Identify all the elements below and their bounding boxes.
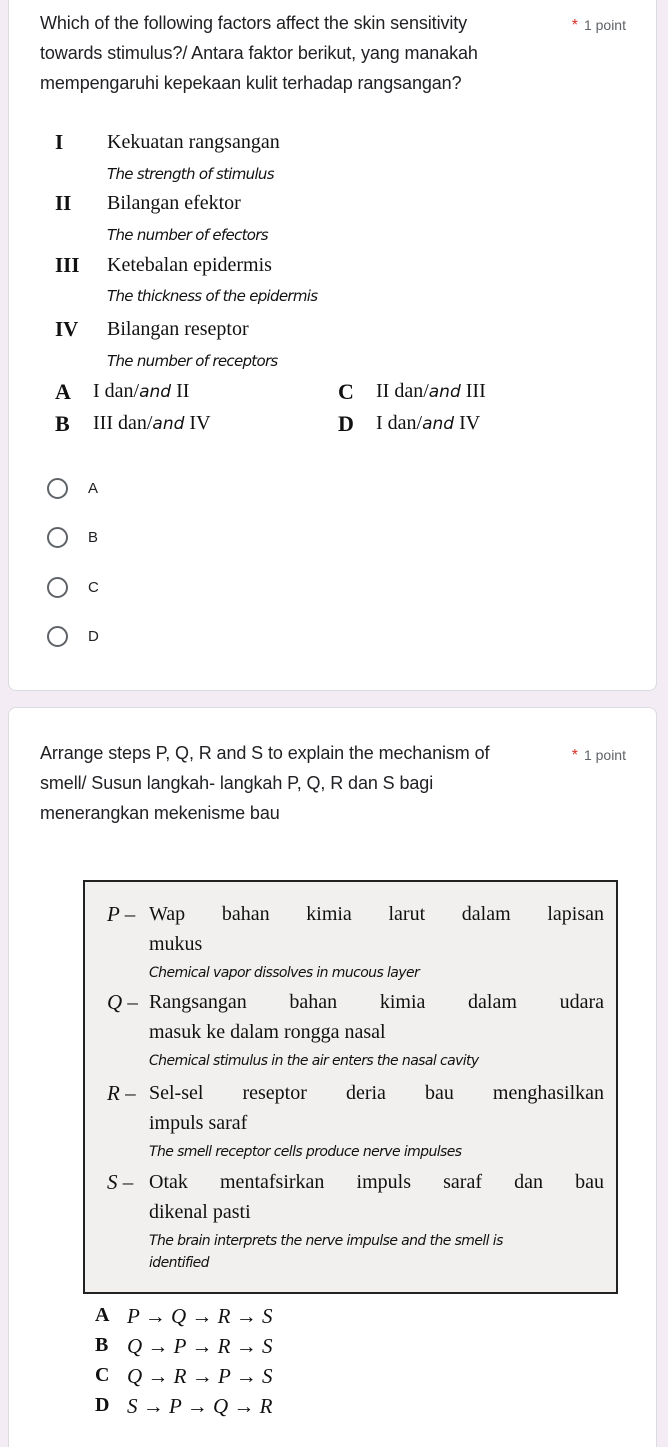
points-indicator: * 1 point xyxy=(572,17,626,35)
option-text: II dan/and III xyxy=(376,380,486,403)
radio-button[interactable] xyxy=(47,576,68,598)
step-malay-line: Rangsangan bahan kimia dalam udara xyxy=(149,991,604,1013)
points-label: 1 point xyxy=(583,747,626,763)
option-text-malay: I dan/ xyxy=(93,380,140,402)
option-sequence: P → Q → R → S xyxy=(127,1304,273,1328)
option-text-and: and xyxy=(152,414,185,434)
option-text-malay: III dan/ xyxy=(93,412,153,434)
option-letter: B xyxy=(95,1334,109,1356)
step-english: identified xyxy=(149,1255,210,1271)
choice-label: A xyxy=(88,479,99,497)
question-card-1: Which of the following factors affect th… xyxy=(8,0,657,691)
option-text-end: IV xyxy=(184,412,211,434)
question-image: I Kekuatan rangsangan The strength of st… xyxy=(55,130,575,440)
option-letter: D xyxy=(338,411,354,436)
choice-b[interactable]: B xyxy=(47,522,98,552)
steps-box: P – Wap bahan kimia larut dalam lapisan … xyxy=(83,880,618,1294)
points-label: 1 point xyxy=(583,17,626,33)
question-title-line: smell/ Susun langkah- langkah P, Q, R da… xyxy=(40,773,434,793)
question-title-line: Which of the following factors affect th… xyxy=(40,13,468,33)
step-english: The smell receptor cells produce nerve i… xyxy=(149,1144,462,1160)
option-letter: A xyxy=(55,379,71,404)
option-letter: D xyxy=(95,1394,110,1416)
step-key: S – xyxy=(107,1170,134,1194)
statement-english: The thickness of the epidermis xyxy=(107,287,318,305)
step-malay-line: mukus xyxy=(149,933,203,955)
option-text-malay: I dan/ xyxy=(376,412,423,434)
statement-english: The number of efectors xyxy=(107,226,269,244)
statement-numeral: II xyxy=(55,191,72,215)
choice-label: B xyxy=(88,528,99,546)
step-english: Chemical stimulus in the air enters the … xyxy=(149,1053,479,1069)
question-title-line: Arrange steps P, Q, R and S to explain t… xyxy=(40,743,490,763)
choice-c[interactable]: C xyxy=(47,572,99,602)
statement-malay: Kekuatan rangsangan xyxy=(107,131,280,153)
question-title: Arrange steps P, Q, R and S to explain t… xyxy=(40,738,540,828)
option-letter: A xyxy=(95,1304,110,1326)
statement-english: The strength of stimulus xyxy=(107,165,275,183)
option-text-end: II xyxy=(171,380,190,402)
option-sequence: Q → R → P → S xyxy=(127,1364,273,1388)
option-sequence: Q → P → R → S xyxy=(127,1334,273,1358)
choice-label: D xyxy=(88,627,99,645)
option-text-malay: II dan/ xyxy=(376,380,429,402)
statement-numeral: IV xyxy=(55,317,79,341)
radio-button[interactable] xyxy=(47,477,68,499)
step-key: P – xyxy=(107,902,136,926)
step-key: R – xyxy=(107,1081,136,1105)
statement-english: The number of receptors xyxy=(107,352,278,370)
step-malay-line: Sel-sel reseptor deria bau menghasilkan xyxy=(149,1082,604,1104)
step-malay-line: impuls saraf xyxy=(149,1112,248,1134)
option-text-and: and xyxy=(422,414,455,434)
option-text: III dan/and IV xyxy=(93,412,211,435)
points-indicator: * 1 point xyxy=(572,747,626,765)
statement-numeral: I xyxy=(55,130,64,154)
statement-malay: Ketebalan epidermis xyxy=(107,254,272,276)
question-title-line: menerangkan mekenisme bau xyxy=(40,803,280,823)
option-letter: C xyxy=(338,379,354,404)
option-text-and: and xyxy=(428,382,461,402)
choice-a[interactable]: A xyxy=(47,473,98,503)
option-sequence: S → P → Q → R xyxy=(127,1394,273,1418)
option-text-and: and xyxy=(139,382,172,402)
question-card-2: Arrange steps P, Q, R and S to explain t… xyxy=(8,707,657,1447)
required-asterisk-icon: * xyxy=(571,747,578,764)
radio-button[interactable] xyxy=(47,526,68,548)
option-letter: C xyxy=(95,1364,110,1386)
option-letter: B xyxy=(55,411,70,436)
option-text-end: III xyxy=(460,380,486,402)
radio-button[interactable] xyxy=(47,625,68,647)
step-key: Q – xyxy=(107,990,138,1014)
choice-d[interactable]: D xyxy=(47,621,99,651)
question-title-line: towards stimulus?/ Antara faktor berikut… xyxy=(40,43,478,63)
required-asterisk-icon: * xyxy=(571,17,578,34)
step-english: The brain interprets the nerve impulse a… xyxy=(149,1233,503,1249)
step-english: Chemical vapor dissolves in mucous layer xyxy=(149,965,420,981)
statement-malay: Bilangan efektor xyxy=(107,192,241,214)
statement-malay: Bilangan reseptor xyxy=(107,318,249,340)
choice-label: C xyxy=(88,578,99,596)
question-title-line: mempengaruhi kepekaan kulit terhadap ran… xyxy=(40,73,462,93)
step-malay-line: dikenal pasti xyxy=(149,1201,251,1223)
step-malay-line: masuk ke dalam rongga nasal xyxy=(149,1021,386,1043)
question-title: Which of the following factors affect th… xyxy=(40,8,540,98)
option-text-end: IV xyxy=(454,412,481,434)
option-text: I dan/and IV xyxy=(376,412,480,435)
option-text: I dan/and II xyxy=(93,380,189,403)
step-malay-line: Otak mentafsirkan impuls saraf dan bau xyxy=(149,1171,604,1193)
step-malay-line: Wap bahan kimia larut dalam lapisan xyxy=(149,903,604,925)
statement-numeral: III xyxy=(55,253,80,277)
